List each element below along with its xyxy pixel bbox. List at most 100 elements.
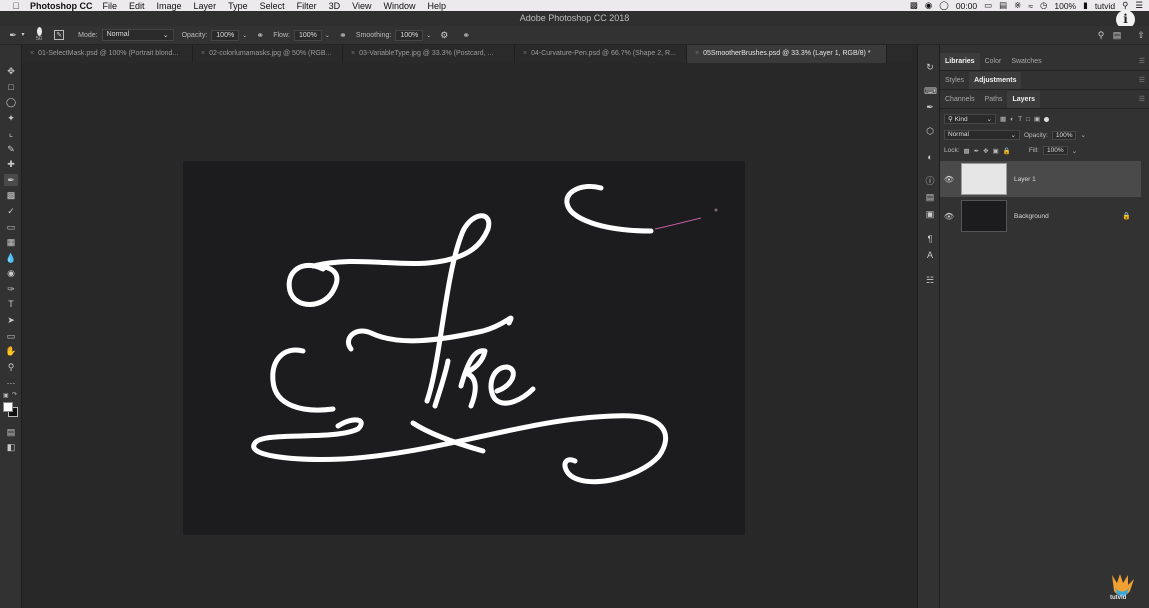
tab-swatches[interactable]: Swatches	[1006, 53, 1046, 70]
move-tool-icon[interactable]: ✥	[4, 65, 18, 77]
menu-view[interactable]: View	[352, 1, 371, 11]
panel-menu-icon[interactable]: ☰	[1139, 76, 1145, 84]
dodge-tool-icon[interactable]: ◉	[4, 267, 18, 279]
menu-edit[interactable]: Edit	[129, 1, 145, 11]
layer-opacity-field[interactable]: 100%	[1051, 130, 1077, 140]
tab-document-3[interactable]: × 03-VariableType.jpg @ 33.3% (Postcard, …	[343, 45, 515, 63]
display-icon[interactable]: ▤	[999, 0, 1007, 11]
layer-name[interactable]: Background	[1014, 213, 1049, 220]
tab-document-1[interactable]: × 01-SelectMask.psd @ 100% (Portrait blon…	[22, 45, 193, 63]
hand-tool-icon[interactable]: ✋	[4, 345, 18, 357]
wifi-icon[interactable]: ≈	[1028, 1, 1033, 11]
stop-icon[interactable]: ◉	[925, 0, 932, 11]
tab-channels[interactable]: Channels	[940, 91, 980, 108]
visibility-eye-icon[interactable]: 👁	[940, 175, 958, 184]
tab-layers[interactable]: Layers	[1007, 91, 1041, 108]
rectangle-tool-icon[interactable]: ▭	[4, 330, 18, 342]
lock-transparent-icon[interactable]: ▩	[964, 147, 970, 155]
gear-icon[interactable]: ⚙	[439, 30, 449, 40]
filter-toggle-icon[interactable]	[1044, 116, 1050, 122]
lock-artboard-icon[interactable]: ▣	[993, 147, 999, 155]
visibility-eye-icon[interactable]: 👁	[940, 212, 958, 221]
clock-circle-icon[interactable]: ◯	[939, 0, 949, 11]
airplay-icon[interactable]: ▭	[984, 0, 992, 11]
layer-name[interactable]: Layer 1	[1014, 176, 1036, 183]
close-icon[interactable]: ×	[351, 50, 355, 57]
close-icon[interactable]: ×	[523, 50, 527, 57]
bluetooth-icon[interactable]: ※	[1014, 0, 1021, 11]
default-colors-icon[interactable]: ▣	[3, 392, 9, 399]
record-icon[interactable]: ▩	[910, 0, 918, 11]
gradient-tool-icon[interactable]: ▦	[4, 236, 18, 248]
clock-icon[interactable]: ◷	[1040, 0, 1047, 11]
apple-icon[interactable]: 	[8, 1, 24, 11]
info-panel-icon[interactable]: ⓘ	[924, 175, 936, 187]
panel-menu-icon[interactable]: ☰	[1139, 95, 1145, 103]
adjustments-panel-icon[interactable]: ◐	[924, 151, 936, 163]
lasso-tool-icon[interactable]: ◯	[4, 96, 18, 108]
paragraph-panel-icon[interactable]: ¶	[924, 233, 936, 245]
workspace-icon[interactable]: ▤	[1112, 30, 1122, 40]
path-selection-tool-icon[interactable]: ➤	[4, 314, 18, 326]
menu-select[interactable]: Select	[260, 1, 285, 11]
menu-3d[interactable]: 3D	[329, 1, 341, 11]
lock-all-icon[interactable]: 🔒	[1003, 147, 1011, 155]
screen-mode-icon[interactable]: ◧	[4, 441, 18, 453]
lock-image-icon[interactable]: ✒	[974, 147, 979, 155]
close-icon[interactable]: ×	[30, 50, 34, 57]
brush-tool-icon[interactable]: ✒	[8, 30, 18, 40]
tab-color[interactable]: Color	[980, 53, 1007, 70]
canvas[interactable]	[183, 161, 745, 535]
pen-tool-icon[interactable]: ✑	[4, 283, 18, 295]
fill-field[interactable]: 100%	[1042, 146, 1068, 155]
clone-stamp-tool-icon[interactable]: ▩	[4, 189, 18, 201]
opacity-dropdown-icon[interactable]: ⌄	[1080, 131, 1085, 139]
record-timer[interactable]: 00:00	[956, 1, 977, 11]
blend-mode-select[interactable]: Normal ⌄	[944, 130, 1020, 140]
battery-icon[interactable]: ▮	[1083, 0, 1088, 11]
brushes-panel-icon[interactable]: ✒	[924, 101, 936, 113]
quick-select-tool-icon[interactable]: ✦	[4, 112, 18, 124]
brush-preset-picker[interactable]: 50	[36, 27, 42, 43]
pressure-opacity-icon[interactable]: ⚭	[255, 30, 265, 40]
opacity-dropdown-icon[interactable]: ⌄	[242, 32, 247, 39]
tab-document-2[interactable]: × 02-colorlumamasks.jpg @ 50% (RGB...	[193, 45, 343, 63]
battery-level[interactable]: 100%	[1054, 1, 1076, 11]
dropdown-arrow-icon[interactable]: ▾	[20, 30, 26, 40]
brush-panel-toggle-icon[interactable]: ✎	[54, 30, 65, 40]
airbrush-icon[interactable]: ⚭	[338, 30, 348, 40]
quick-mask-icon[interactable]: ▤	[4, 426, 18, 438]
layer-row-background[interactable]: 👁 Background 🔒	[940, 198, 1141, 234]
healing-brush-tool-icon[interactable]: ✚	[4, 158, 18, 170]
user-name[interactable]: tutvid	[1095, 1, 1115, 11]
layer-row-layer-1[interactable]: 👁 Layer 1	[940, 161, 1141, 197]
menu-file[interactable]: File	[103, 1, 118, 11]
type-tool-icon[interactable]: T	[4, 298, 18, 310]
smart-object-filter-icon[interactable]: ▣	[1034, 115, 1040, 123]
notification-list-icon[interactable]: ☰	[1135, 0, 1143, 11]
smoothing-field[interactable]: 100%	[395, 29, 424, 41]
glyphs-panel-icon[interactable]: ☵	[924, 274, 936, 286]
more-tools-icon[interactable]: ⋯	[4, 377, 18, 389]
pressure-size-icon[interactable]: ⚭	[461, 30, 471, 40]
shape-filter-icon[interactable]: □	[1026, 116, 1030, 123]
fill-dropdown-icon[interactable]: ⌄	[1072, 147, 1077, 155]
menu-type[interactable]: Type	[228, 1, 248, 11]
zoom-tool-icon[interactable]: ⚲	[4, 361, 18, 373]
app-name[interactable]: Photoshop CC	[30, 1, 93, 11]
tab-libraries[interactable]: Libraries	[940, 53, 980, 70]
notes-panel-icon[interactable]: ▣	[924, 208, 936, 220]
marquee-tool-icon[interactable]: □	[4, 81, 18, 93]
smoothing-dropdown-icon[interactable]: ⌄	[426, 32, 431, 39]
pixel-filter-icon[interactable]: ▩	[1000, 115, 1006, 123]
tab-document-4[interactable]: × 04-Curvature-Pen.psd @ 66.7% (Shape 2, …	[515, 45, 687, 63]
search-icon[interactable]: ⚲	[1096, 30, 1106, 40]
flow-field[interactable]: 100%	[293, 29, 322, 41]
close-icon[interactable]: ×	[201, 50, 205, 57]
menu-window[interactable]: Window	[383, 1, 415, 11]
type-filter-icon[interactable]: T	[1018, 116, 1022, 123]
close-icon[interactable]: ×	[695, 50, 699, 57]
blur-tool-icon[interactable]: 💧	[4, 252, 18, 264]
share-icon[interactable]: ⇧	[1136, 30, 1146, 40]
adjustment-filter-icon[interactable]: ◐	[1010, 116, 1014, 123]
